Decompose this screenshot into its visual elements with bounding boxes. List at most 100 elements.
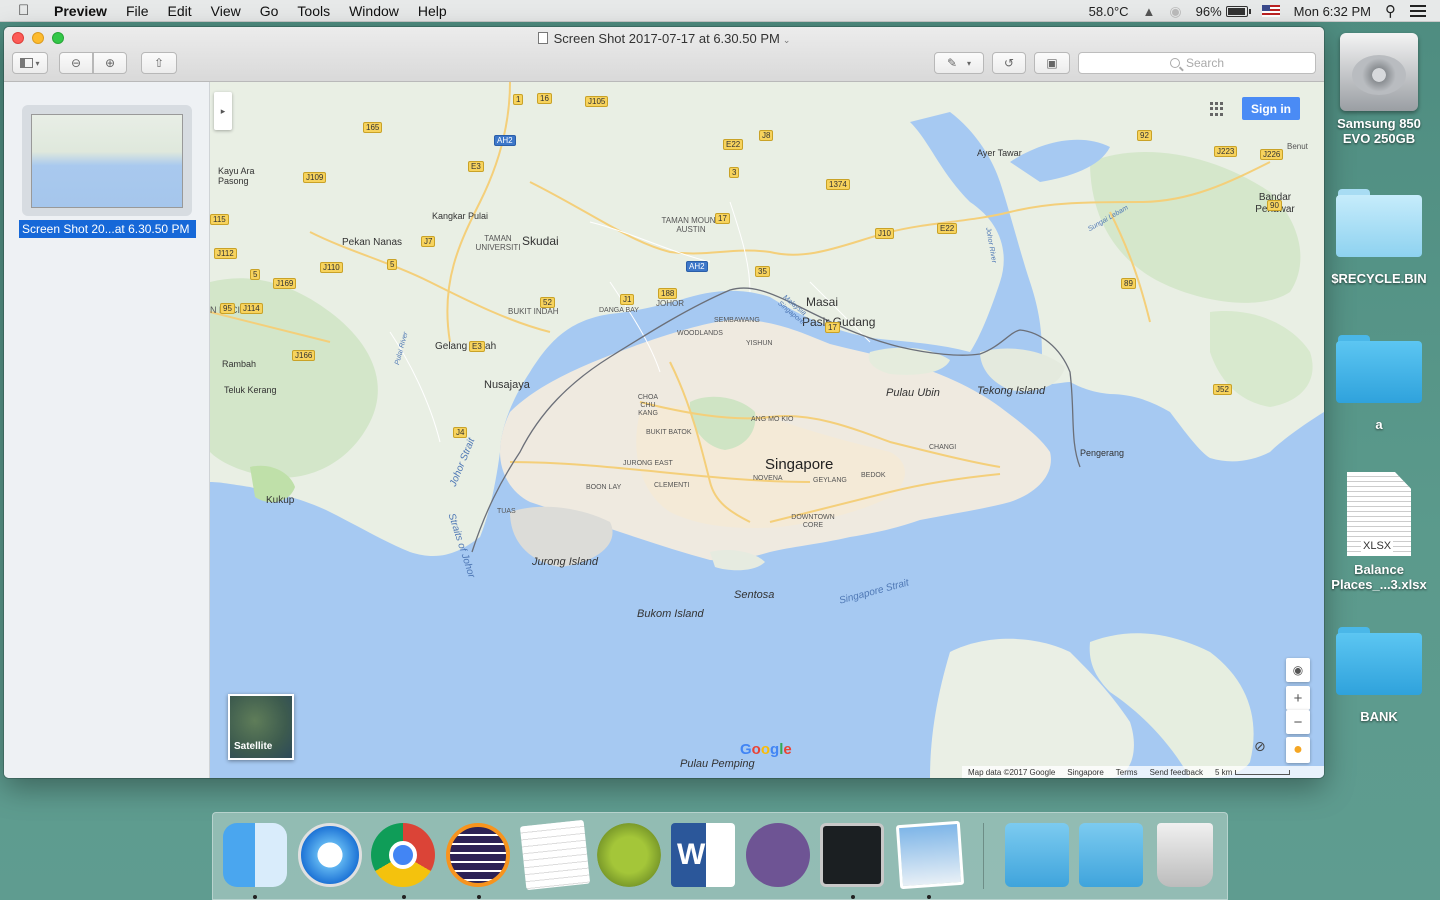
road-shield: J4: [453, 427, 468, 438]
running-indicator: [927, 895, 931, 899]
sidebar-view-button[interactable]: ▾: [12, 52, 48, 74]
zoom-in-map-button[interactable]: +: [1286, 686, 1310, 710]
street-view-pegman[interactable]: ●: [1286, 737, 1310, 763]
dock-separator: [983, 823, 984, 889]
label-singapore: Singapore: [765, 456, 834, 473]
menu-window[interactable]: Window: [349, 3, 399, 19]
search-input[interactable]: Search: [1078, 52, 1316, 74]
my-location-button[interactable]: ◉: [1286, 658, 1310, 682]
google-logo-letter: e: [783, 741, 792, 758]
satellite-toggle[interactable]: Satellite: [228, 694, 294, 760]
desktop-icon-folder-a[interactable]: a: [1329, 335, 1429, 432]
label-kayu-ara-pasong: Kayu Ara Pasong: [218, 166, 255, 186]
desktop-icon-bank[interactable]: BANK: [1329, 627, 1429, 724]
terms-link[interactable]: Terms: [1116, 768, 1138, 777]
label-yishun: YISHUN: [746, 340, 773, 347]
road-shield: 17: [825, 322, 840, 333]
sign-in-button[interactable]: Sign in: [1242, 97, 1300, 120]
rotate-button[interactable]: ↺: [992, 52, 1026, 74]
map-graphic: [210, 82, 1324, 778]
minus-icon: −: [1293, 713, 1303, 731]
sidebar-icon: [20, 58, 34, 68]
road-shield: J110: [320, 262, 343, 273]
zoom-in-icon: ⊕: [104, 56, 116, 70]
battery-percent[interactable]: 96%: [1196, 4, 1222, 19]
label-ang-mo-kio: ANG MO KIO: [751, 416, 794, 423]
page-thumbnail[interactable]: [31, 114, 183, 208]
label-benut: Benut: [1287, 142, 1308, 151]
toolbox-icon: ▣: [1046, 56, 1058, 70]
folder-icon: [1336, 189, 1422, 257]
road-shield: 3: [729, 167, 740, 178]
menu-file[interactable]: File: [126, 3, 149, 19]
label-bukit-indah: BUKIT INDAH: [508, 307, 559, 316]
google-apps-grid-icon[interactable]: [1210, 102, 1224, 116]
dock-textedit-icon[interactable]: [519, 819, 591, 891]
label-sembawang: SEMBAWANG: [714, 317, 760, 324]
zoom-out-icon: ⊖: [70, 56, 82, 70]
share-button[interactable]: ⇧: [141, 52, 177, 74]
map-drawer-toggle[interactable]: ▸: [214, 92, 232, 130]
toolbox-button[interactable]: ▣: [1034, 52, 1070, 74]
dock-eclipse-icon[interactable]: [446, 823, 510, 887]
window-title[interactable]: Screen Shot 2017-07-17 at 6.30.50 PM ⌄: [4, 31, 1324, 46]
dock-word-icon[interactable]: W: [671, 823, 735, 887]
dock-activity-monitor-icon[interactable]: [820, 823, 884, 887]
dock-safari-icon[interactable]: [298, 823, 362, 887]
menu-tools[interactable]: Tools: [297, 3, 330, 19]
running-indicator: [477, 895, 481, 899]
label-kangkar-pulai: Kangkar Pulai: [432, 211, 489, 221]
dock-downloads-folder-icon[interactable]: [1079, 823, 1143, 887]
label-pengerang: Pengerang: [1080, 448, 1125, 458]
dock-documents-folder-icon[interactable]: [1005, 823, 1069, 887]
label-tekong-island: Tekong Island: [977, 385, 1046, 397]
spotlight-search-icon[interactable]: ⚲: [1385, 2, 1396, 20]
notification-center-icon[interactable]: [1410, 5, 1426, 17]
desktop-icon-recycle-bin[interactable]: $RECYCLE.BIN: [1329, 189, 1429, 286]
dock-chrome-icon[interactable]: [371, 823, 435, 887]
zoom-out-button[interactable]: ⊖: [59, 52, 93, 74]
apple-menu-icon[interactable]: : [18, 2, 38, 19]
dock-preview-icon[interactable]: [895, 820, 965, 890]
markup-toolbar-button[interactable]: ✎ ▾: [934, 52, 984, 74]
zoom-out-map-button[interactable]: −: [1286, 710, 1310, 734]
label-masai: Masai: [806, 295, 839, 309]
clock[interactable]: Mon 6:32 PM: [1294, 4, 1371, 19]
zoom-in-button[interactable]: ⊕: [93, 52, 127, 74]
road-shield: 95: [220, 303, 235, 314]
label-novena: NOVENA: [753, 475, 783, 482]
label-downtown-core: DOWNTOWN CORE: [791, 514, 835, 529]
menu-go[interactable]: Go: [260, 3, 279, 19]
dock-github-icon[interactable]: [746, 823, 810, 887]
menu-help[interactable]: Help: [418, 3, 447, 19]
warning-triangle-icon[interactable]: ▲: [1143, 4, 1156, 19]
road-shield: 16: [537, 93, 552, 104]
google-logo-letter: o: [751, 741, 761, 758]
dock-finder-icon[interactable]: [223, 823, 287, 887]
google-logo-letter: o: [760, 741, 771, 758]
send-feedback-link[interactable]: Send feedback: [1150, 768, 1203, 777]
thumbnail-label[interactable]: Screen Shot 20...at 6.30.50 PM: [19, 220, 196, 238]
road-shield: AH2: [686, 261, 708, 272]
region-link[interactable]: Singapore: [1067, 768, 1103, 777]
label-gelang-patah: Gelang Patah: [435, 341, 497, 352]
menu-view[interactable]: View: [211, 3, 241, 19]
desktop-icon-balance-xlsx[interactable]: XLSX Balance Places_...3.xlsx: [1329, 472, 1429, 592]
temperature-readout[interactable]: 58.0°C: [1089, 4, 1129, 19]
lightning-icon[interactable]: ⊘: [1254, 738, 1266, 755]
road-shield: J169: [273, 278, 297, 289]
menu-edit[interactable]: Edit: [168, 3, 192, 19]
dock-android-studio-icon[interactable]: [597, 823, 661, 887]
pegman-icon: ●: [1293, 741, 1303, 758]
battery-icon[interactable]: [1225, 5, 1251, 17]
label-woodlands: WOODLANDS: [677, 330, 723, 337]
label-pekan-nanas: Pekan Nanas: [342, 237, 403, 248]
dock-trash-icon[interactable]: [1157, 823, 1213, 887]
road-shield: 1374: [826, 179, 850, 190]
map-image: Singapore Skudai Masai Pasir Gudang Nusa…: [210, 82, 1324, 778]
thumbnail-selection[interactable]: [22, 105, 192, 216]
menu-app-preview[interactable]: Preview: [54, 3, 107, 19]
wifi-icon[interactable]: ◉: [1169, 3, 1181, 20]
input-source-flag-icon[interactable]: [1261, 5, 1280, 17]
desktop-icon-samsung-drive[interactable]: Samsung 850 EVO 250GB: [1329, 33, 1429, 146]
